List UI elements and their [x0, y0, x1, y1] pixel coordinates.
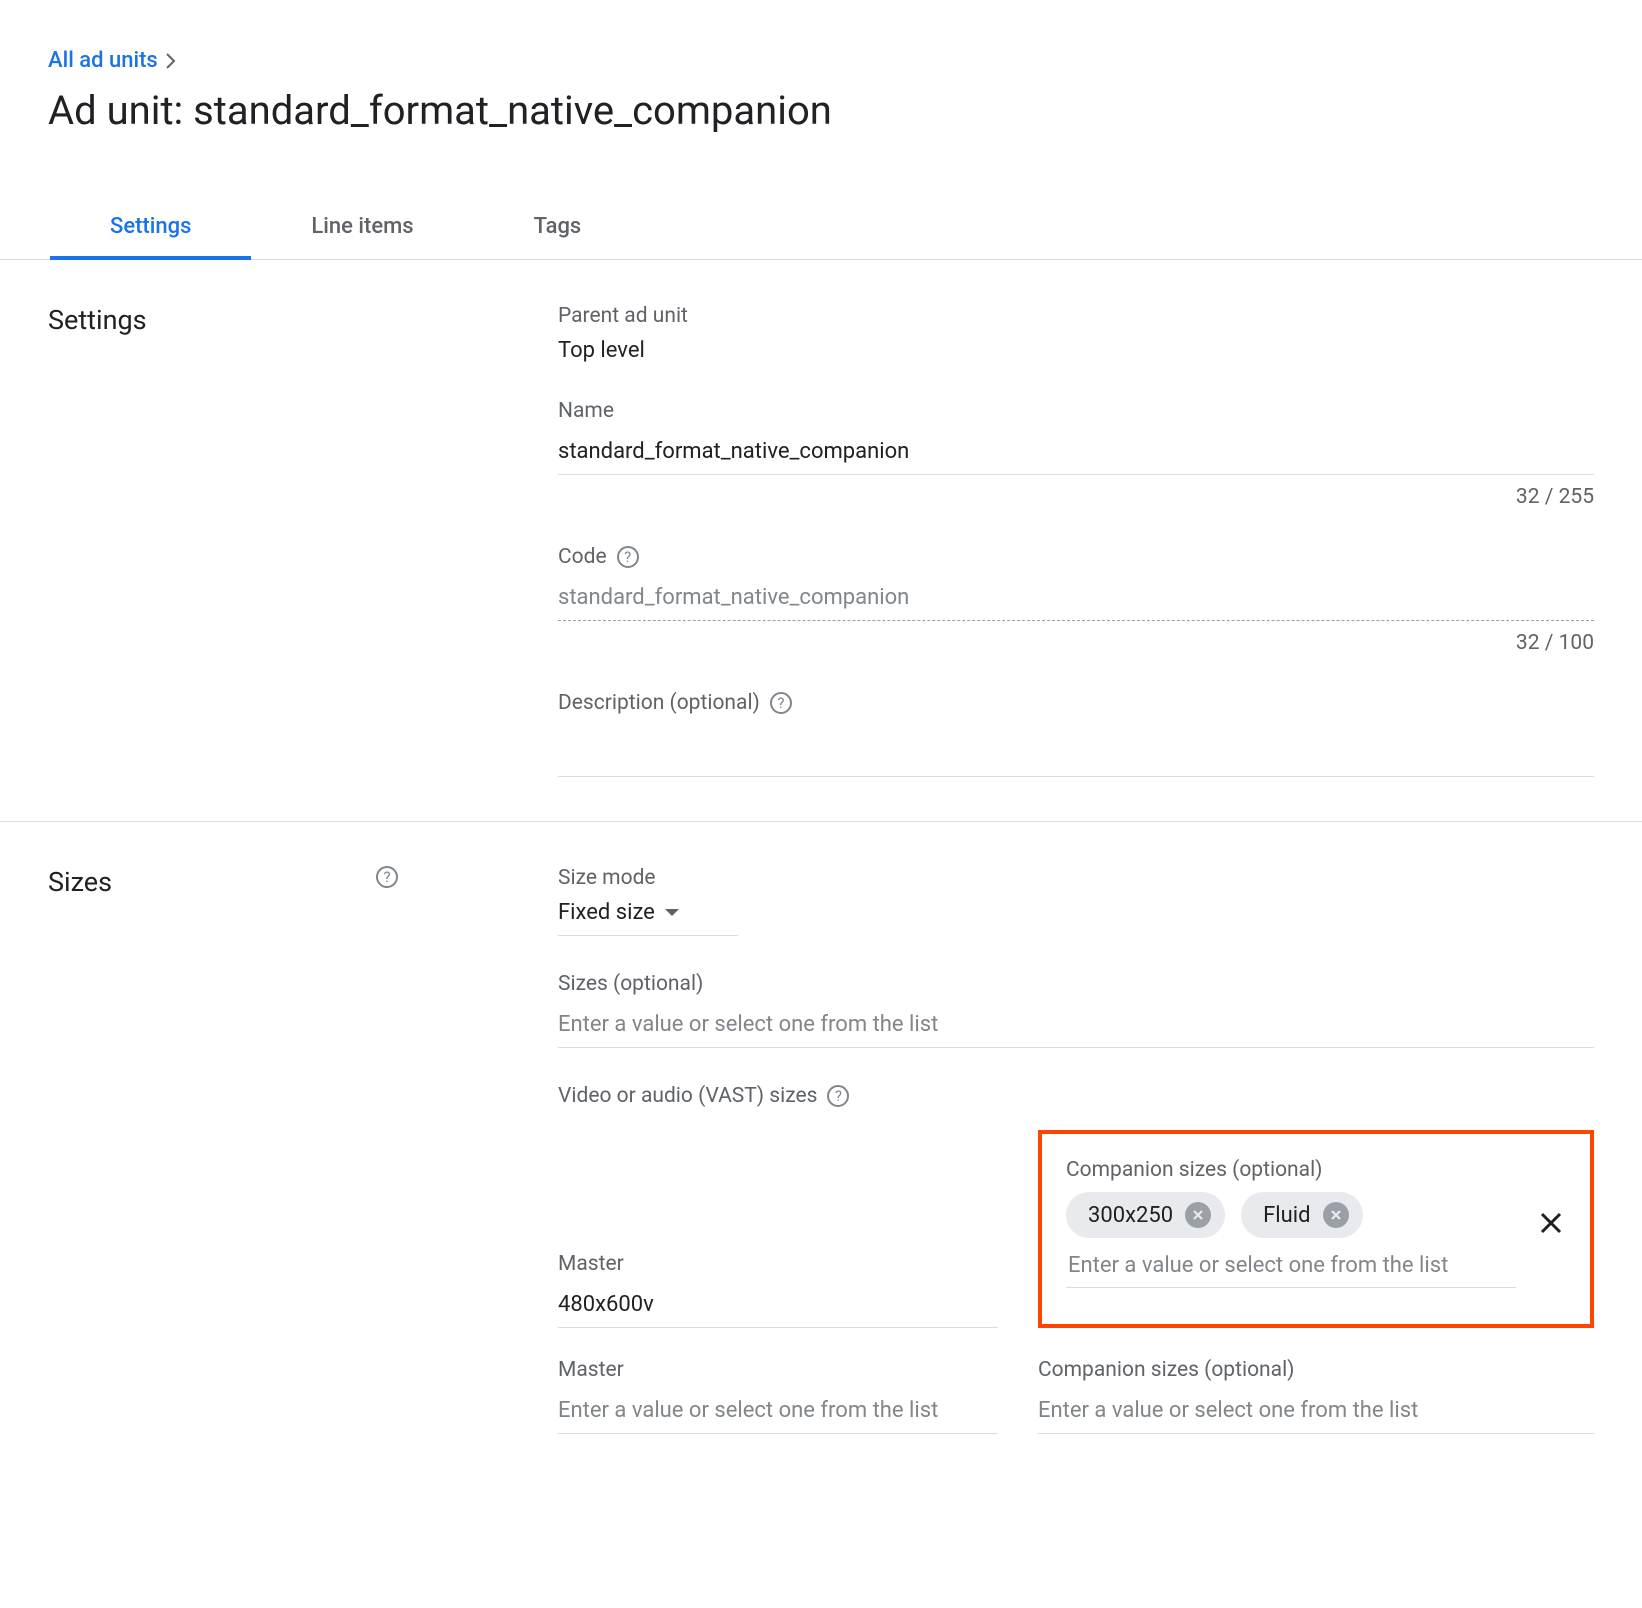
name-label: Name [558, 399, 1594, 423]
companion-input[interactable] [1038, 1392, 1594, 1434]
companion-highlight: Companion sizes (optional) 300x250 [1038, 1130, 1594, 1328]
description-label: Description (optional) ? [558, 691, 1594, 715]
chip-300x250: 300x250 [1066, 1192, 1225, 1238]
chip-remove-icon[interactable] [1185, 1202, 1211, 1228]
tab-settings[interactable]: Settings [50, 194, 251, 259]
tab-tags[interactable]: Tags [474, 194, 642, 259]
name-counter: 32 / 255 [558, 485, 1594, 509]
sizes-input[interactable] [558, 1006, 1594, 1048]
code-label: Code ? [558, 545, 1594, 569]
size-mode-label: Size mode [558, 866, 1594, 890]
companion-label: Companion sizes (optional) [1038, 1358, 1594, 1382]
chip-remove-icon[interactable] [1323, 1202, 1349, 1228]
code-counter: 32 / 100 [558, 631, 1594, 655]
page-title: Ad unit: standard_format_native_companio… [48, 87, 1594, 134]
help-icon[interactable]: ? [827, 1085, 849, 1107]
tabs: Settings Line items Tags [0, 194, 1642, 260]
parent-ad-unit-value: Top level [558, 338, 1594, 363]
sizes-optional-label: Sizes (optional) [558, 972, 1594, 996]
chip-fluid: Fluid [1241, 1192, 1362, 1238]
companion-input[interactable] [1066, 1252, 1516, 1279]
master-input[interactable] [558, 1286, 998, 1328]
settings-title: Settings [48, 304, 147, 336]
master-input[interactable] [558, 1392, 998, 1434]
remove-row-button[interactable] [1536, 1208, 1566, 1238]
tab-line-items[interactable]: Line items [251, 194, 473, 259]
sizes-section: Sizes ? Size mode Fixed size Sizes (opti… [0, 822, 1642, 1478]
breadcrumb-parent-link[interactable]: All ad units [48, 48, 158, 73]
breadcrumb: All ad units [48, 48, 1594, 73]
parent-ad-unit-label: Parent ad unit [558, 304, 1594, 328]
description-input[interactable] [558, 725, 1594, 777]
size-mode-select[interactable]: Fixed size [558, 900, 738, 936]
chevron-right-icon [166, 53, 176, 69]
sizes-title: Sizes [48, 866, 112, 898]
companion-label: Companion sizes (optional) [1066, 1158, 1516, 1182]
help-icon[interactable]: ? [376, 866, 398, 888]
help-icon[interactable]: ? [770, 692, 792, 714]
settings-section: Settings Parent ad unit Top level Name 3… [0, 260, 1642, 822]
code-input [558, 579, 1594, 621]
name-input[interactable] [558, 433, 1594, 475]
vast-sizes-label: Video or audio (VAST) sizes ? [558, 1084, 1594, 1108]
chip-label: 300x250 [1088, 1203, 1173, 1228]
chip-label: Fluid [1263, 1203, 1310, 1228]
master-label: Master [558, 1358, 998, 1382]
master-label: Master [558, 1252, 998, 1276]
help-icon[interactable]: ? [617, 546, 639, 568]
chevron-down-icon [665, 909, 679, 916]
